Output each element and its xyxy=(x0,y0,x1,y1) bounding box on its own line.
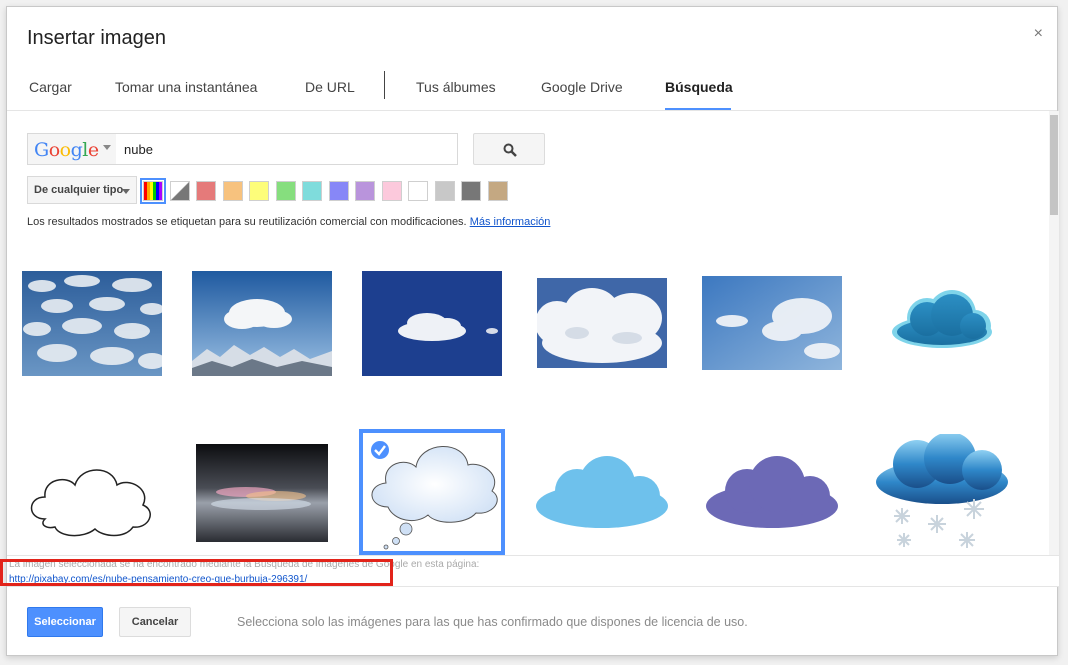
source-url-link[interactable]: http://pixabay.com/es/nube-pensamiento-c… xyxy=(9,574,307,585)
source-caption: La imagen seleccionada se ha encontrado … xyxy=(9,559,480,570)
google-logo: Google xyxy=(34,139,99,161)
type-filter-dropdown[interactable]: De cualquier tipo xyxy=(27,176,137,204)
color-swatch-color[interactable] xyxy=(328,181,349,201)
more-info-link[interactable]: Más información xyxy=(470,216,551,228)
license-text: Los resultados mostrados se etiquetan pa… xyxy=(27,216,467,228)
cancel-button[interactable]: Cancelar xyxy=(119,607,191,637)
tab-bar: Cargar Tomar una instantánea De URL Tus … xyxy=(7,71,1057,111)
color-swatch-color[interactable] xyxy=(196,181,216,201)
color-swatch-color[interactable] xyxy=(222,181,243,201)
color-swatch-color[interactable] xyxy=(461,181,481,201)
search-icon xyxy=(503,143,517,157)
search-engine-select[interactable]: Google xyxy=(27,133,117,165)
license-footer-note: Selecciona solo las imágenes para las qu… xyxy=(237,615,748,629)
screen: Insertar imagen × Cargar Tomar una insta… xyxy=(0,0,1068,665)
result-image-graphic xyxy=(192,271,332,376)
result-image-graphic xyxy=(22,271,162,376)
result-image-graphic xyxy=(706,456,838,528)
result-image[interactable] xyxy=(22,271,162,376)
result-image-graphic xyxy=(892,290,992,348)
search-button[interactable] xyxy=(473,133,545,165)
color-swatch-color[interactable] xyxy=(381,181,402,201)
tab-de-url[interactable]: De URL xyxy=(305,79,355,95)
google-logo-letter: G xyxy=(34,139,49,161)
google-logo-letter: o xyxy=(48,139,60,161)
chevron-down-icon xyxy=(103,145,111,150)
google-logo-letter: o xyxy=(59,139,71,161)
color-swatch-color[interactable] xyxy=(249,181,269,201)
search-input[interactable] xyxy=(116,133,458,165)
tab-tomar-instantanea[interactable]: Tomar una instantánea xyxy=(115,79,257,95)
result-image-graphic xyxy=(702,276,842,370)
result-image[interactable] xyxy=(25,449,157,539)
result-image-graphic xyxy=(30,469,151,537)
color-swatch-color[interactable] xyxy=(275,181,296,201)
checkmark-icon-graphic xyxy=(374,445,386,456)
insert-image-dialog: Insertar imagen × Cargar Tomar una insta… xyxy=(6,6,1059,656)
select-button[interactable]: Seleccionar xyxy=(27,607,103,637)
tab-google-drive[interactable]: Google Drive xyxy=(541,79,623,95)
result-image[interactable] xyxy=(532,456,672,531)
color-swatch-multicolor[interactable] xyxy=(140,178,166,204)
tab-tus-albumes[interactable]: Tus álbumes xyxy=(416,79,496,95)
dialog-title: Insertar imagen xyxy=(27,27,166,49)
result-image[interactable] xyxy=(192,271,332,376)
source-info-bar: La imagen seleccionada se ha encontrado … xyxy=(7,555,1059,587)
type-filter-label: De cualquier tipo xyxy=(34,184,124,196)
scrollbar-thumb[interactable] xyxy=(1050,115,1058,215)
tab-busqueda[interactable]: Búsqueda xyxy=(665,79,733,95)
color-swatch-transparent[interactable] xyxy=(169,181,190,201)
close-icon[interactable]: × xyxy=(1034,25,1043,43)
tab-separator xyxy=(384,71,385,99)
result-image-graphic xyxy=(536,456,668,528)
license-notice: Los resultados mostrados se etiquetan pa… xyxy=(27,216,550,228)
checkmark-icon xyxy=(369,439,391,461)
scrollbar[interactable] xyxy=(1049,111,1059,555)
result-image[interactable] xyxy=(872,434,1012,554)
color-swatch-color[interactable] xyxy=(408,181,428,201)
result-image[interactable] xyxy=(887,286,997,356)
search-panel: Google De cualquier tipo Los resultados … xyxy=(7,111,1059,555)
tab-cargar[interactable]: Cargar xyxy=(29,79,72,95)
result-image-graphic xyxy=(876,434,1008,548)
result-image-graphic xyxy=(362,271,502,376)
google-logo-letter: g xyxy=(70,139,83,161)
color-swatch-color[interactable] xyxy=(487,181,508,201)
result-image[interactable] xyxy=(702,456,842,531)
result-image[interactable] xyxy=(537,278,667,368)
chevron-down-icon xyxy=(122,189,130,194)
result-image[interactable] xyxy=(362,271,502,376)
result-image-graphic xyxy=(196,444,328,542)
color-swatch-color[interactable] xyxy=(355,181,375,201)
color-swatch-color[interactable] xyxy=(302,181,322,201)
result-image[interactable] xyxy=(702,276,842,370)
google-logo-letter: e xyxy=(87,139,99,161)
result-image[interactable] xyxy=(196,444,328,542)
result-image-graphic xyxy=(537,278,667,368)
color-swatch-color[interactable] xyxy=(434,181,455,201)
